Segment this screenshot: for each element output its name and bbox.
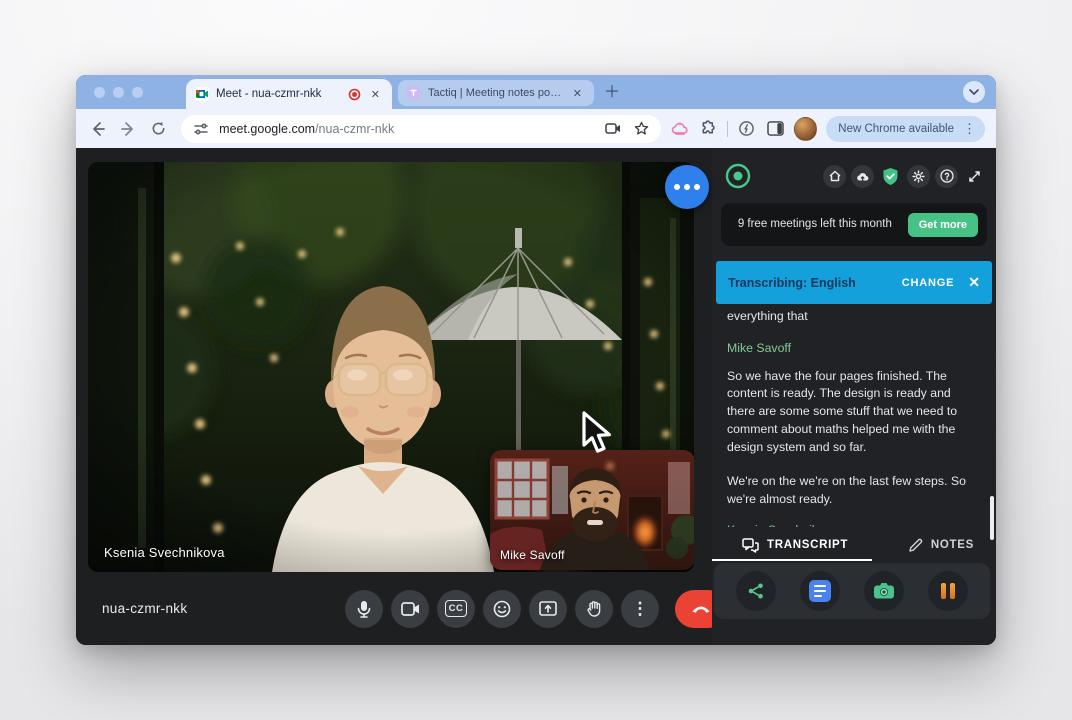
screenshot-button[interactable] bbox=[864, 571, 904, 611]
browser-toolbar: meet.google.com/nua-czmr-nkk New Chrome … bbox=[76, 109, 996, 148]
tab-capture-camera-icon[interactable] bbox=[603, 119, 623, 139]
reload-icon[interactable] bbox=[148, 118, 169, 140]
tab-transcript[interactable]: TRANSCRIPT bbox=[742, 538, 848, 553]
bookmark-star-icon[interactable] bbox=[631, 119, 651, 139]
tab-title: Tactiq | Meeting notes powe bbox=[428, 87, 563, 99]
transcript-text: We're on the we're on the last few steps… bbox=[727, 473, 978, 509]
tactiq-favicon-icon bbox=[407, 86, 421, 100]
more-options-button[interactable]: ⋮ bbox=[621, 590, 659, 628]
close-banner-icon[interactable]: ✕ bbox=[968, 274, 980, 291]
tab-tactiq[interactable]: Tactiq | Meeting notes powe ✕ bbox=[398, 80, 594, 106]
transcript-panel[interactable]: everything that Mike Savoff So we have t… bbox=[727, 308, 978, 527]
tab-title: Meet - nua-czmr-nkk bbox=[216, 88, 341, 100]
transcript-speaker: Mike Savoff bbox=[727, 340, 978, 358]
transcript-tab-label: TRANSCRIPT bbox=[767, 539, 848, 551]
new-chrome-label: New Chrome available bbox=[838, 123, 954, 135]
pip-video-tile[interactable]: Mike Savoff bbox=[490, 450, 694, 570]
side-panel-icon[interactable] bbox=[765, 119, 784, 139]
cloud-upload-icon[interactable] bbox=[851, 165, 874, 188]
more-options-icon: ⋮ bbox=[632, 600, 649, 617]
pause-button[interactable] bbox=[928, 571, 968, 611]
camera-button[interactable] bbox=[391, 590, 429, 628]
mouse-cursor bbox=[576, 410, 616, 461]
new-chrome-available-button[interactable]: New Chrome available ⋮ bbox=[826, 116, 985, 142]
transcribing-banner: Transcribing: English CHANGE ✕ bbox=[716, 261, 992, 304]
google-doc-button[interactable] bbox=[800, 571, 840, 611]
tactiq-action-bar bbox=[714, 563, 990, 619]
chat-bubbles-icon bbox=[742, 538, 759, 553]
transcript-speaker: Ksenia Svechnikova bbox=[727, 522, 978, 527]
settings-gear-icon[interactable] bbox=[907, 165, 930, 188]
tactiq-chat-bubble-button[interactable] bbox=[665, 165, 709, 209]
record-target-icon bbox=[725, 163, 751, 189]
tactiq-sidebar: 9 free meetings left this month Get more… bbox=[712, 148, 996, 645]
google-doc-icon bbox=[809, 580, 831, 602]
pencil-icon bbox=[908, 538, 923, 553]
microphone-button[interactable] bbox=[345, 590, 383, 628]
url-text[interactable]: meet.google.com/nua-czmr-nkk bbox=[219, 122, 595, 136]
main-video-tile[interactable]: Ksenia Svechnikova bbox=[88, 162, 694, 572]
participant-name-label: Ksenia Svechnikova bbox=[104, 545, 225, 560]
back-icon[interactable] bbox=[87, 118, 108, 140]
pause-icon bbox=[941, 583, 955, 599]
tab-meet[interactable]: Meet - nua-czmr-nkk ✕ bbox=[186, 79, 392, 109]
participant-name-label: Mike Savoff bbox=[500, 548, 565, 562]
shield-check-icon[interactable] bbox=[879, 165, 902, 188]
toolbar-divider bbox=[727, 121, 728, 137]
close-window-icon[interactable] bbox=[94, 87, 105, 98]
meet-favicon-icon bbox=[195, 87, 209, 101]
camera-icon bbox=[873, 582, 895, 600]
window-traffic-lights[interactable] bbox=[94, 87, 143, 98]
notes-tab-label: NOTES bbox=[931, 539, 974, 551]
tab-notes[interactable]: NOTES bbox=[908, 538, 974, 553]
present-screen-button[interactable] bbox=[529, 590, 567, 628]
home-icon[interactable] bbox=[823, 165, 846, 188]
help-icon[interactable] bbox=[935, 165, 958, 188]
free-meetings-banner: 9 free meetings left this month Get more bbox=[721, 203, 987, 246]
circle-bolt-icon[interactable] bbox=[737, 119, 756, 139]
browser-menu-kebab-icon[interactable]: ⋮ bbox=[958, 121, 981, 137]
extension-pink-icon[interactable] bbox=[670, 119, 689, 139]
share-button[interactable] bbox=[736, 571, 776, 611]
captions-button[interactable]: CC bbox=[437, 590, 475, 628]
browser-window: Meet - nua-czmr-nkk ✕ Tactiq | Meeting n… bbox=[76, 75, 996, 645]
site-settings-tune-icon[interactable] bbox=[191, 119, 211, 139]
profile-avatar[interactable] bbox=[794, 117, 817, 141]
get-more-button[interactable]: Get more bbox=[908, 213, 978, 237]
recording-indicator-icon bbox=[348, 88, 361, 101]
tab-close-icon[interactable]: ✕ bbox=[368, 87, 383, 102]
maximize-window-icon[interactable] bbox=[132, 87, 143, 98]
free-meetings-text: 9 free meetings left this month bbox=[730, 217, 900, 232]
tab-list-chevron-icon[interactable] bbox=[963, 81, 985, 103]
tactiq-tab-bar: TRANSCRIPT NOTES bbox=[712, 529, 996, 561]
extensions-puzzle-icon[interactable] bbox=[699, 119, 718, 139]
forward-icon[interactable] bbox=[117, 118, 138, 140]
tactiq-header bbox=[725, 163, 986, 189]
tab-strip: Meet - nua-czmr-nkk ✕ Tactiq | Meeting n… bbox=[76, 75, 996, 109]
raise-hand-button[interactable] bbox=[575, 590, 613, 628]
transcribing-label: Transcribing: English bbox=[728, 276, 892, 290]
tactiq-header-icons bbox=[823, 165, 986, 188]
share-icon bbox=[747, 582, 765, 600]
call-controls: CC ⋮ bbox=[345, 590, 727, 628]
meeting-code-label: nua-czmr-nkk bbox=[102, 601, 187, 616]
active-tab-underline bbox=[712, 559, 872, 561]
meet-page: Ksenia Svechnikova bbox=[76, 148, 996, 645]
transcript-text: everything that bbox=[727, 308, 978, 326]
expand-resize-icon[interactable] bbox=[963, 165, 986, 188]
url-bar[interactable]: meet.google.com/nua-czmr-nkk bbox=[181, 115, 661, 143]
tab-close-icon[interactable]: ✕ bbox=[570, 86, 585, 101]
new-tab-button[interactable]: ＋ bbox=[604, 85, 620, 101]
transcript-text: So we have the four pages finished. The … bbox=[727, 368, 978, 457]
captions-icon: CC bbox=[445, 600, 468, 617]
emoji-reactions-button[interactable] bbox=[483, 590, 521, 628]
minimize-window-icon[interactable] bbox=[113, 87, 124, 98]
change-language-button[interactable]: CHANGE bbox=[902, 277, 954, 289]
